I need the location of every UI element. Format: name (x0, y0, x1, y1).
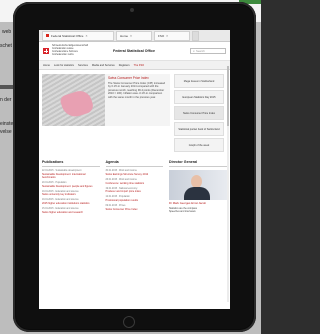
scrollbar-thumb[interactable] (227, 66, 229, 126)
list-item[interactable]: 22.01.2015 · Sustainable development Sus… (42, 170, 100, 179)
entry-title[interactable]: Swiss Earnings Structure Survey 2012 (106, 173, 164, 176)
list-item[interactable]: 19.01.2015 · National economy Producer a… (106, 188, 164, 194)
entry-title[interactable]: Swiss university key indicators (42, 193, 100, 196)
nav-item-media[interactable]: Media and Services (92, 64, 115, 67)
favicon-icon (46, 34, 49, 37)
side-link[interactable]: Statistical pocket book of Switzerland (174, 122, 224, 136)
side-link[interactable]: Mega Issues in Switzerland (174, 74, 224, 88)
nav-item-home[interactable]: Home (43, 64, 50, 67)
director-photo (169, 170, 227, 200)
search-icon: ⌕ (193, 49, 195, 53)
director-name[interactable]: Dr Mark Georges Ernst Jacob (169, 201, 227, 205)
confederation-logo-text: Schweizerische Eidgenossenschaft Confédé… (52, 45, 96, 57)
background-text: einste (0, 121, 14, 127)
list-item[interactable]: 19.01.2015 · Education and science 2015 … (42, 199, 100, 205)
side-link[interactable]: European Statistics Day 2015 (174, 90, 224, 104)
close-icon[interactable]: × (130, 34, 132, 38)
list-item[interactable]: 15.01.2015 · Education and science Swiss… (42, 208, 100, 214)
agenda-column: Agenda 30.01.2015 · Work and income Swis… (105, 160, 164, 217)
browser-tab[interactable]: FSO × (154, 30, 190, 41)
list-item[interactable]: 19.01.2015 · Education and science Swiss… (42, 191, 100, 197)
close-icon[interactable]: × (166, 34, 168, 38)
side-link[interactable]: Swiss Consumer Price Index (174, 106, 224, 120)
entry-title[interactable]: Provisional population results (106, 199, 164, 202)
background-text: velse (0, 129, 12, 135)
entry-title[interactable]: Producer and import price index (106, 190, 164, 193)
side-link[interactable]: Graph of the week (174, 138, 224, 152)
tablet-screen: Federal Statistical Office × Home × FSO … (39, 30, 230, 309)
browser-tab[interactable]: Federal Statistical Office × (42, 30, 114, 41)
director-link[interactable]: Speeches and interviews (169, 210, 227, 213)
director-heading: Director General (169, 160, 227, 167)
background-text: n der (0, 97, 12, 103)
gov-line: Confederaziun svizra (52, 54, 74, 57)
main-navigation: Home Look for statistics Services Media … (39, 61, 230, 70)
feature-teaser[interactable]: Swiss Consumer Price Index The Swiss Con… (42, 74, 170, 126)
tablet-device: Federal Statistical Office × Home × FSO … (13, 2, 256, 332)
entry-title[interactable]: Swiss higher education and research (42, 211, 100, 214)
search-input[interactable]: ⌕ Search (190, 48, 226, 54)
list-item[interactable]: 12.01.2015 · Population Provisional popu… (106, 196, 164, 202)
home-button[interactable] (123, 316, 135, 328)
background-text: web (2, 29, 12, 35)
list-item[interactable]: 20.01.2015 · Population Sustainable Deve… (42, 182, 100, 188)
browser-tab-bar: Federal Statistical Office × Home × FSO … (39, 30, 230, 42)
entry-title[interactable]: 2015 higher education institutions stati… (42, 202, 100, 205)
entry-title[interactable]: Conference: working time statistics (106, 182, 164, 185)
side-links: Mega Issues in Switzerland European Stat… (174, 74, 224, 152)
close-icon[interactable]: × (85, 34, 87, 38)
nav-item-statistics[interactable]: Look for statistics (54, 64, 74, 67)
feature-body: The Swiss Consumer Price Index (CPI) inc… (108, 82, 166, 99)
background-text: schet (0, 43, 12, 49)
scrollbar[interactable] (227, 66, 229, 302)
camera-icon (130, 8, 134, 12)
nav-item-fso[interactable]: The FSO (134, 64, 145, 67)
office-name[interactable]: Federal Statistical Office (113, 49, 155, 53)
entry-title[interactable]: Swiss Consumer Price Index (106, 208, 164, 211)
nav-item-services[interactable]: Services (78, 64, 88, 67)
feature-title[interactable]: Swiss Consumer Price Index (108, 76, 167, 80)
list-item[interactable]: 09.01.2015 · Prices Swiss Consumer Price… (106, 205, 164, 211)
site-header: Schweizerische Eidgenossenschaft Confédé… (39, 42, 230, 61)
tab-label: FSO (158, 33, 165, 38)
tab-label: Home (120, 33, 129, 38)
entry-title[interactable]: Sustainable Development: people and figu… (42, 185, 100, 188)
calculator-image (42, 74, 105, 126)
director-column: Director General Dr Mark Georges Ernst J… (169, 160, 227, 217)
list-item[interactable]: 26.01.2015 · Work and income Conference:… (106, 179, 164, 185)
browser-tab[interactable]: Home × (116, 30, 152, 41)
nav-item-registers[interactable]: Registers (119, 64, 130, 67)
publications-column: Publications 22.01.2015 · Sustainable de… (42, 160, 100, 217)
list-item[interactable]: 30.01.2015 · Work and income Swiss Earni… (106, 170, 164, 176)
new-tab-button[interactable] (192, 30, 199, 41)
background-dark-marker (0, 85, 14, 89)
agenda-heading: Agenda (105, 160, 163, 167)
tab-label: Federal Statistical Office (51, 33, 84, 38)
publications-heading: Publications (42, 160, 100, 167)
swiss-flag-icon (43, 48, 49, 54)
entry-title[interactable]: Sustainable Development: international b… (42, 173, 100, 179)
search-placeholder: Search (195, 49, 205, 53)
